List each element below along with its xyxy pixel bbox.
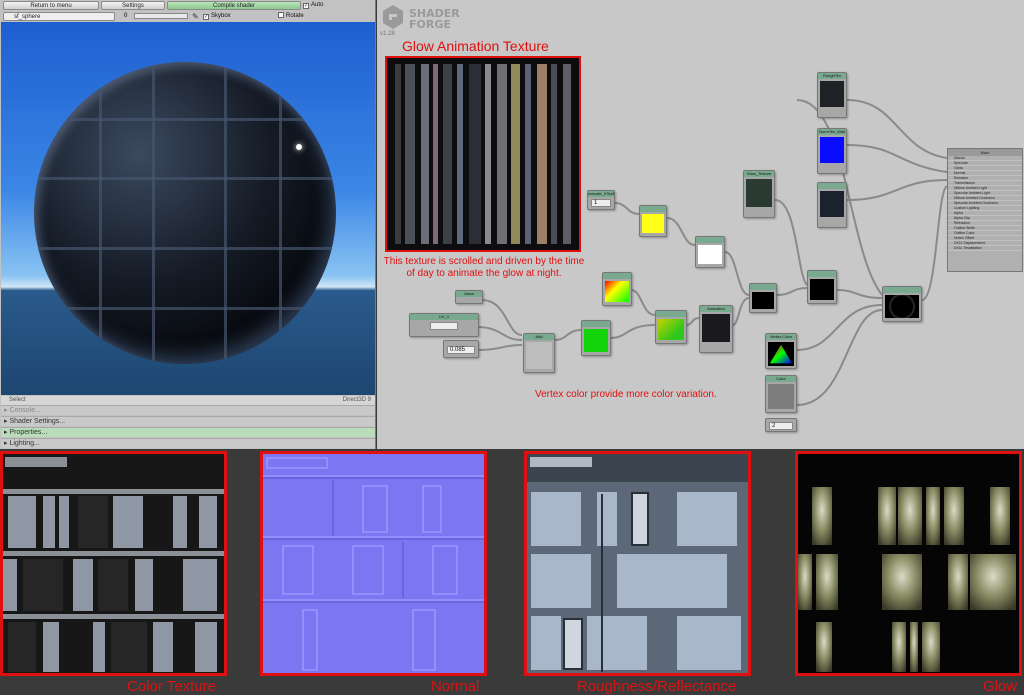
vertex-color-node[interactable]: Vertex Color [765,333,797,369]
preview-panel: Return to menu Settings Compile shader ✓… [0,0,376,449]
main-node-title: Main [948,149,1022,156]
vertex-color-triangle-icon [768,342,794,367]
uv-coord-node[interactable]: UV_0 [409,313,479,337]
roughness-label: Roughness/Reflectance [577,678,737,695]
return-to-menu-button[interactable]: Return to menu [3,1,99,10]
glow-texture-node-title: Glow_Texture [744,171,774,177]
renderer-label: Direct3D 9 [342,397,371,403]
value-node-title: Value [456,291,482,297]
color-node-title: Color [766,376,796,382]
preview-sphere [34,62,336,364]
multiply-node-black[interactable] [807,270,837,304]
glow-texture-title: Glow Animation Texture [402,38,549,54]
roughness-texture-preview [524,451,751,676]
slider-value: 0 [124,13,128,19]
add-uv-node[interactable] [655,310,687,344]
emission-multiply-node[interactable] [882,286,922,322]
animation-node[interactable]: Animation [699,305,733,353]
shader-forge-screenshot: Return to menu Settings Compile shader ✓… [0,0,1024,695]
specular-highlight [296,144,302,150]
panel-shader-settings[interactable]: ▸ Shader Settings... [1,416,375,426]
color-texture-node[interactable] [817,182,847,228]
roughness-texture-node-title: RoughTex [818,73,846,79]
preview-viewport[interactable] [1,22,375,395]
panel-console[interactable]: ▸ Console... [1,405,375,415]
checkbox-checked-icon: ✓ [203,14,209,20]
value-node[interactable]: Value [455,290,483,304]
color-texture-image [3,454,224,673]
normal-texture-image [263,454,484,673]
roughness-texture-node[interactable]: RoughTex [817,72,847,118]
normal-texture-node[interactable]: NormTex_Wall [817,128,847,174]
panel-properties-label: Properties... [9,429,48,436]
node-graph-canvas[interactable]: SHADER FORGE v1.28 Glow Animation Textur… [377,0,1024,449]
panel-lighting[interactable]: ▸ Lighting... [1,438,375,448]
panel-properties[interactable]: ▸ Properties... [1,427,375,437]
uvscale-node-value[interactable]: 1 [591,199,611,207]
color-node[interactable]: Color [765,375,797,413]
auto-label: Auto [311,2,324,8]
glow-texture-node[interactable]: Glow_Texture [743,170,775,218]
add-node[interactable]: Add [523,333,555,373]
checkbox-checked-icon: ✓ [303,3,309,9]
model-selector[interactable]: sf_sphere [3,12,115,21]
skybox-label: Skybox [211,13,231,19]
uv-coord-node-title: UV_0 [410,314,478,320]
glow-texture-image [798,454,1019,673]
normal-texture-node-title: NormTex_Wall [818,129,846,135]
light-slider[interactable] [134,13,188,19]
compile-shader-button[interactable]: Compile shader [167,1,301,10]
roughness-texture-image [527,454,748,673]
panel-console-label: Console... [9,407,41,414]
model-value: sf_sphere [14,14,41,20]
color-texture-label: Color Texture [127,678,216,695]
panel-lighting-label: Lighting... [9,440,40,447]
vertex-color-note: Vertex color provide more color variatio… [535,389,717,400]
main-node-inputs: Albedo Specular Gloss Normal Emission Transmi… [948,156,1022,251]
multiply-node-white[interactable] [695,236,725,268]
skybox-checkbox[interactable]: ✓ Skybox [203,12,231,21]
vertex-color-node-title: Vertex Color [766,334,796,340]
animation-node-title: Animation [700,306,732,312]
select-label[interactable]: Select [9,396,26,405]
normal-label: Normal [431,678,480,695]
value-node-2[interactable]: 2 [765,418,797,432]
glow-texture-preview [795,451,1022,676]
scroll-speed-value[interactable]: 0.085 [447,346,475,354]
main-output-node[interactable]: Main Albedo Specular Gloss Normal Emission Tr… [947,148,1023,272]
auto-checkbox[interactable]: ✓ Auto [303,1,323,10]
scroll-speed-node[interactable]: 0.085 [443,340,479,358]
preview-status-bar: Select Direct3D 9 [1,396,375,405]
eyedropper-icon[interactable]: ✎ [192,12,199,21]
panel-shader-settings-label: Shader Settings... [9,418,66,425]
uvscale-node[interactable]: uvscale_XScrll 1 [587,190,615,210]
multiply-node-dark[interactable] [749,283,777,313]
glow-caption: This texture is scrolled and driven by t… [383,256,585,279]
add-node-title: Add [524,334,554,340]
multiply-node-yellow[interactable] [639,205,667,237]
multiply-node-green[interactable] [581,320,611,356]
main-node-input[interactable]: DX11 Tessellation [948,246,1022,251]
rotate-label: Rotate [286,13,304,19]
checkbox-unchecked-icon [278,12,284,18]
color-texture-preview [0,451,227,676]
settings-button[interactable]: Settings [101,1,165,10]
glow-animation-texture-preview [385,56,581,252]
uvscale-node-title: uvscale_XScrll [588,191,614,197]
normal-texture-preview [260,451,487,676]
glow-label: Glow [983,678,1018,695]
uv-gradient-node[interactable] [602,272,632,306]
value-node-2-value[interactable]: 2 [769,422,793,430]
rotate-checkbox[interactable]: Rotate [278,12,304,21]
